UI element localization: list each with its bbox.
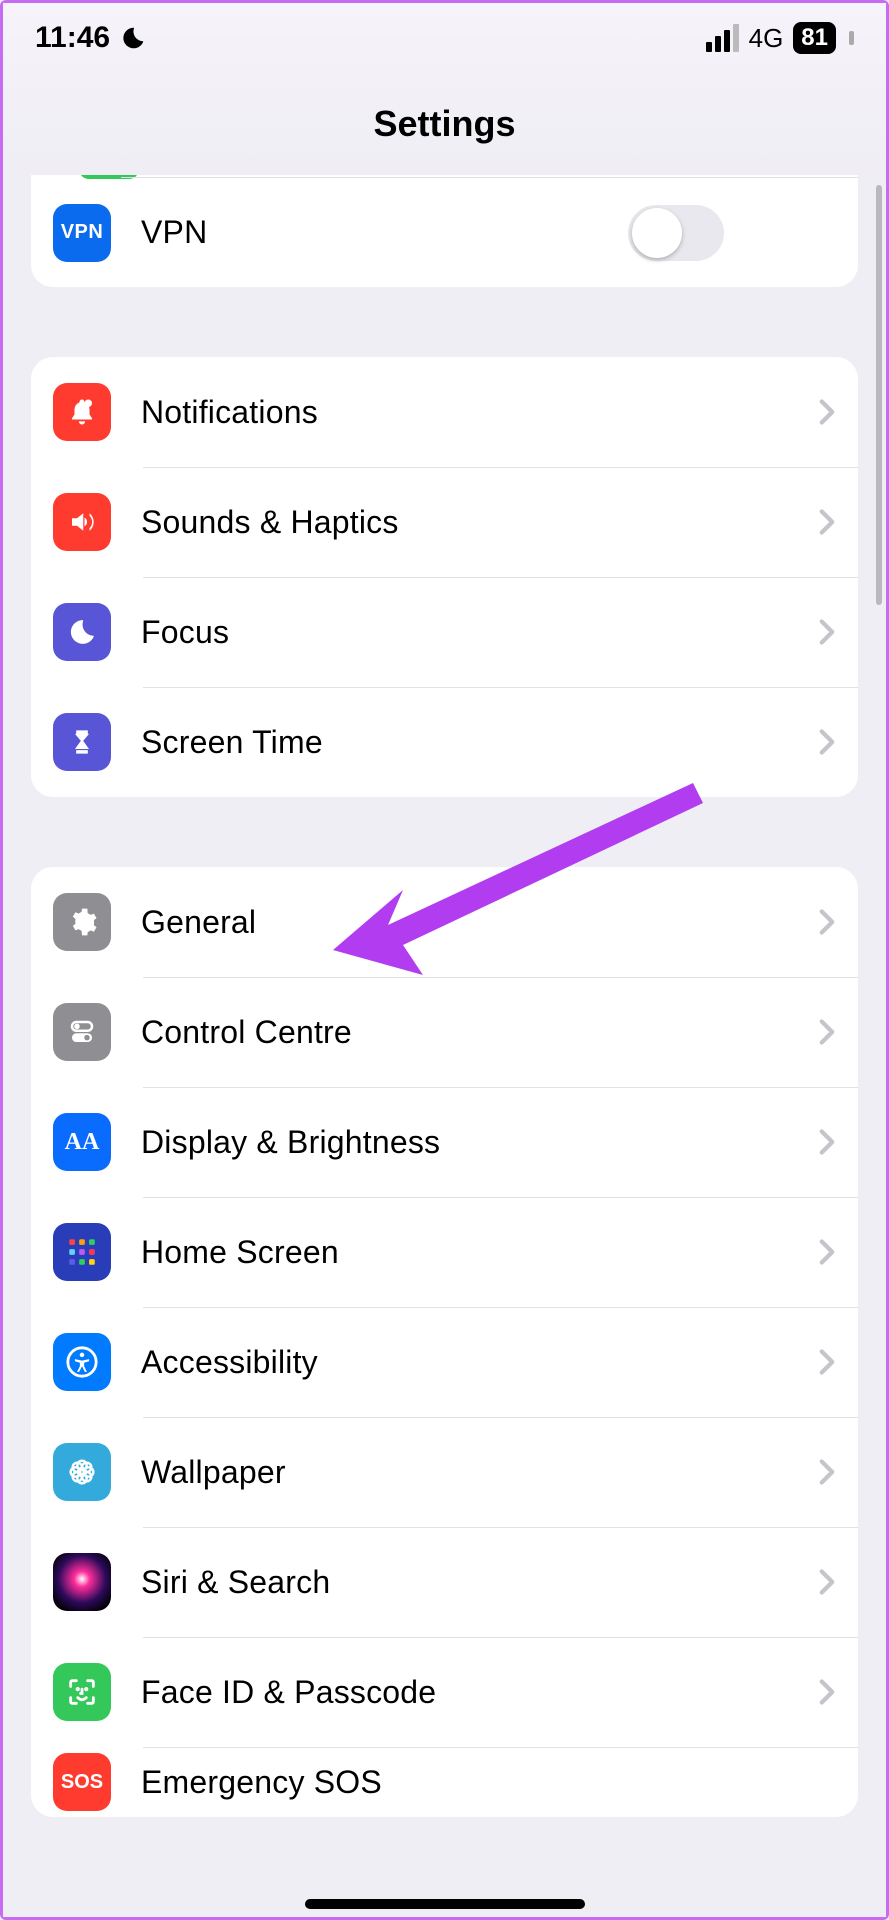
row-control-centre[interactable]: Control Centre	[31, 977, 858, 1087]
chevron-right-icon	[818, 1678, 836, 1706]
battery-tip	[849, 31, 854, 45]
row-label: Screen Time	[141, 724, 808, 761]
row-accessibility[interactable]: Accessibility	[31, 1307, 858, 1417]
home-screen-icon	[53, 1223, 111, 1281]
display-brightness-icon: AA	[53, 1113, 111, 1171]
settings-group-network: VPN VPN	[31, 175, 858, 287]
row-label: Display & Brightness	[141, 1124, 808, 1161]
row-emergency-sos[interactable]: SOS Emergency SOS	[31, 1747, 858, 1817]
chevron-right-icon	[818, 1128, 836, 1156]
accessibility-icon	[53, 1333, 111, 1391]
home-indicator	[305, 1899, 585, 1909]
vpn-icon: VPN	[53, 204, 111, 262]
battery-icon: 81	[793, 22, 836, 54]
row-sounds-haptics[interactable]: Sounds & Haptics	[31, 467, 858, 577]
sos-icon: SOS	[53, 1753, 111, 1811]
row-siri-search[interactable]: Siri & Search	[31, 1527, 858, 1637]
chevron-right-icon	[818, 1018, 836, 1046]
settings-group-notifications: Notifications Sounds & Haptics Focus	[31, 357, 858, 797]
row-label: Face ID & Passcode	[141, 1674, 808, 1711]
toggle-knob	[632, 208, 682, 258]
scroll-indicator	[876, 185, 882, 605]
focus-icon	[53, 603, 111, 661]
page-title: Settings	[3, 73, 886, 180]
row-focus[interactable]: Focus	[31, 577, 858, 687]
chevron-right-icon	[818, 398, 836, 426]
row-label: General	[141, 904, 808, 941]
row-notifications[interactable]: Notifications	[31, 357, 858, 467]
status-time: 11:46	[35, 21, 110, 55]
row-label: Focus	[141, 614, 808, 651]
chevron-right-icon	[818, 1458, 836, 1486]
row-label: Home Screen	[141, 1234, 808, 1271]
row-label: Accessibility	[141, 1344, 808, 1381]
row-vpn[interactable]: VPN VPN	[121, 177, 858, 287]
siri-icon	[53, 1553, 111, 1611]
row-label: Sounds & Haptics	[141, 504, 808, 541]
general-icon	[53, 893, 111, 951]
status-bar: 11:46 4G 81	[3, 3, 886, 73]
network-type-label: 4G	[749, 23, 784, 54]
chevron-right-icon	[818, 1238, 836, 1266]
row-display-brightness[interactable]: AA Display & Brightness	[31, 1087, 858, 1197]
row-general[interactable]: General	[31, 867, 858, 977]
row-label: VPN	[141, 214, 628, 251]
chevron-right-icon	[818, 728, 836, 756]
screen-time-icon	[53, 713, 111, 771]
settings-group-general: General Control Centre AA Display & Brig…	[31, 867, 858, 1817]
wallpaper-icon	[53, 1443, 111, 1501]
notifications-icon	[53, 383, 111, 441]
sounds-icon	[53, 493, 111, 551]
row-home-screen[interactable]: Home Screen	[31, 1197, 858, 1307]
chevron-right-icon	[818, 618, 836, 646]
chevron-right-icon	[818, 908, 836, 936]
status-right: 4G 81	[706, 22, 854, 54]
chevron-right-icon	[818, 1568, 836, 1596]
control-centre-icon	[53, 1003, 111, 1061]
row-label: Notifications	[141, 394, 808, 431]
chevron-right-icon	[818, 1348, 836, 1376]
row-wallpaper[interactable]: Wallpaper	[31, 1417, 858, 1527]
row-face-id-passcode[interactable]: Face ID & Passcode	[31, 1637, 858, 1747]
row-label: Siri & Search	[141, 1564, 808, 1601]
do-not-disturb-icon	[120, 25, 146, 51]
cellular-signal-icon	[706, 24, 739, 52]
face-id-icon	[53, 1663, 111, 1721]
settings-scroll-area[interactable]: VPN VPN Notifications Sounds & Hapti	[3, 175, 886, 1917]
vpn-toggle[interactable]	[628, 205, 724, 261]
chevron-right-icon	[818, 508, 836, 536]
row-screen-time[interactable]: Screen Time	[31, 687, 858, 797]
status-left: 11:46	[35, 21, 146, 55]
row-label: Emergency SOS	[141, 1764, 808, 1801]
row-label: Wallpaper	[141, 1454, 808, 1491]
row-label: Control Centre	[141, 1014, 808, 1051]
